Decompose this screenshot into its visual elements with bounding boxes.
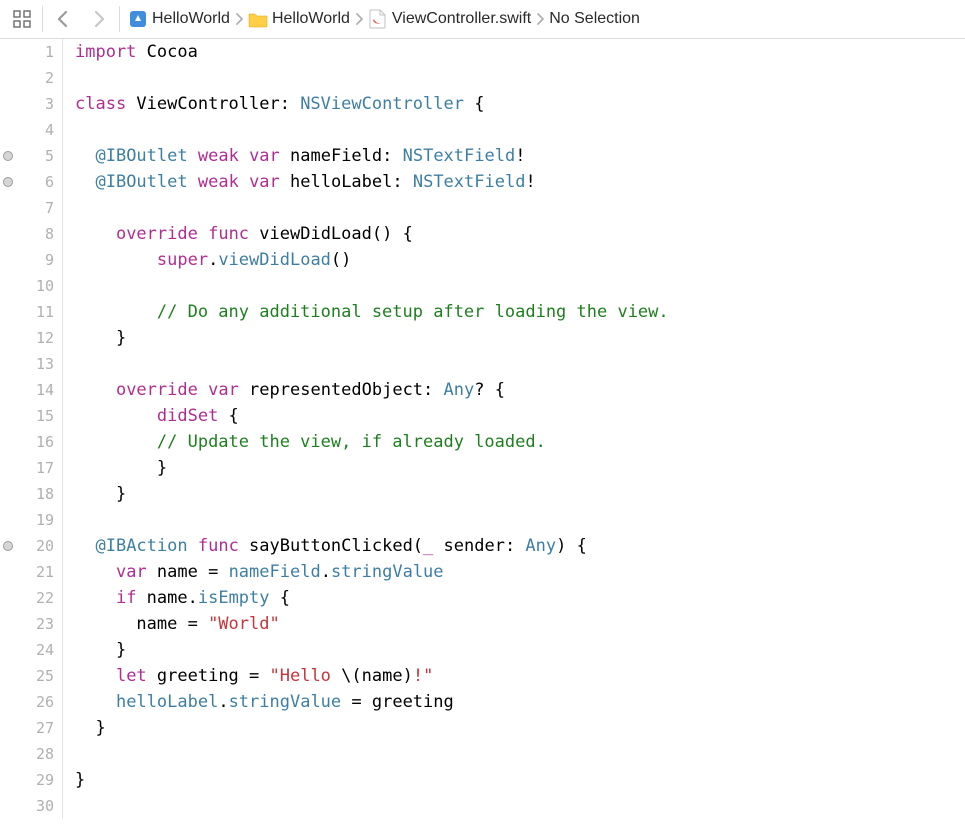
- chevron-right-icon: [535, 12, 545, 26]
- code-line[interactable]: [75, 273, 669, 299]
- code-line[interactable]: }: [75, 455, 669, 481]
- breadcrumb-file-label: ViewController.swift: [392, 10, 531, 28]
- breadcrumb-project-label: HelloWorld: [152, 10, 230, 28]
- outlet-marker-icon[interactable]: [3, 177, 13, 187]
- line-number: 18: [0, 481, 62, 507]
- line-number: 7: [0, 195, 62, 221]
- code-line[interactable]: var name = nameField.stringValue: [75, 559, 669, 585]
- code-editor[interactable]: 1234567891011121314151617181920212223242…: [0, 39, 965, 819]
- line-number: 20: [0, 533, 62, 559]
- separator: [42, 6, 43, 32]
- line-number: 1: [0, 39, 62, 65]
- breadcrumb-folder-label: HelloWorld: [272, 10, 350, 28]
- code-line[interactable]: [75, 117, 669, 143]
- line-number: 15: [0, 403, 62, 429]
- code-line[interactable]: [75, 793, 669, 819]
- folder-icon: [248, 9, 268, 29]
- line-number: 14: [0, 377, 62, 403]
- line-number: 8: [0, 221, 62, 247]
- line-number: 19: [0, 507, 62, 533]
- swift-file-icon: [368, 9, 388, 29]
- code-line[interactable]: }: [75, 767, 669, 793]
- line-number: 22: [0, 585, 62, 611]
- code-line[interactable]: class ViewController: NSViewController {: [75, 91, 669, 117]
- line-number: 4: [0, 117, 62, 143]
- line-number: 30: [0, 793, 62, 819]
- line-number: 2: [0, 65, 62, 91]
- code-line[interactable]: name = "World": [75, 611, 669, 637]
- code-line[interactable]: }: [75, 715, 669, 741]
- breadcrumb-file[interactable]: ViewController.swift: [368, 9, 531, 29]
- outlet-marker-icon[interactable]: [3, 151, 13, 161]
- code-line[interactable]: let greeting = "Hello \(name)!": [75, 663, 669, 689]
- line-number: 12: [0, 325, 62, 351]
- code-line[interactable]: [75, 195, 669, 221]
- code-line[interactable]: @IBOutlet weak var helloLabel: NSTextFie…: [75, 169, 669, 195]
- code-line[interactable]: [75, 351, 669, 377]
- line-number: 6: [0, 169, 62, 195]
- line-number: 28: [0, 741, 62, 767]
- code-line[interactable]: }: [75, 637, 669, 663]
- breadcrumb-selection[interactable]: No Selection: [549, 10, 640, 28]
- line-number: 21: [0, 559, 62, 585]
- line-number: 9: [0, 247, 62, 273]
- breadcrumb: HelloWorld HelloWorld Vi: [124, 0, 959, 38]
- code-line[interactable]: [75, 507, 669, 533]
- code-line[interactable]: }: [75, 325, 669, 351]
- code-content[interactable]: import Cocoa class ViewController: NSVie…: [63, 39, 669, 819]
- code-line[interactable]: override var representedObject: Any? {: [75, 377, 669, 403]
- line-number: 11: [0, 299, 62, 325]
- code-line[interactable]: @IBAction func sayButtonClicked(_ sender…: [75, 533, 669, 559]
- line-number: 24: [0, 637, 62, 663]
- line-number: 29: [0, 767, 62, 793]
- code-line[interactable]: if name.isEmpty {: [75, 585, 669, 611]
- line-number: 23: [0, 611, 62, 637]
- line-number-gutter: 1234567891011121314151617181920212223242…: [0, 39, 63, 819]
- code-line[interactable]: }: [75, 481, 669, 507]
- line-number: 17: [0, 455, 62, 481]
- code-line[interactable]: super.viewDidLoad(): [75, 247, 669, 273]
- chevron-right-icon: [234, 12, 244, 26]
- line-number: 3: [0, 91, 62, 117]
- related-items-icon[interactable]: [6, 4, 38, 34]
- chevron-right-icon: [354, 12, 364, 26]
- breadcrumb-selection-label: No Selection: [549, 10, 640, 28]
- line-number: 27: [0, 715, 62, 741]
- line-number: 13: [0, 351, 62, 377]
- code-line[interactable]: [75, 741, 669, 767]
- code-line[interactable]: [75, 65, 669, 91]
- separator: [119, 6, 120, 32]
- code-line[interactable]: // Do any additional setup after loading…: [75, 299, 669, 325]
- code-line[interactable]: override func viewDidLoad() {: [75, 221, 669, 247]
- line-number: 26: [0, 689, 62, 715]
- line-number: 16: [0, 429, 62, 455]
- code-line[interactable]: helloLabel.stringValue = greeting: [75, 689, 669, 715]
- nav-back-button[interactable]: [47, 4, 79, 34]
- jump-bar: HelloWorld HelloWorld Vi: [0, 0, 965, 39]
- code-line[interactable]: // Update the view, if already loaded.: [75, 429, 669, 455]
- line-number: 10: [0, 273, 62, 299]
- code-line[interactable]: didSet {: [75, 403, 669, 429]
- code-line[interactable]: @IBOutlet weak var nameField: NSTextFiel…: [75, 143, 669, 169]
- nav-forward-button[interactable]: [83, 4, 115, 34]
- breadcrumb-folder[interactable]: HelloWorld: [248, 9, 350, 29]
- breadcrumb-project[interactable]: HelloWorld: [128, 9, 230, 29]
- line-number: 5: [0, 143, 62, 169]
- outlet-marker-icon[interactable]: [3, 541, 13, 551]
- line-number: 25: [0, 663, 62, 689]
- project-icon: [128, 9, 148, 29]
- code-line[interactable]: import Cocoa: [75, 39, 669, 65]
